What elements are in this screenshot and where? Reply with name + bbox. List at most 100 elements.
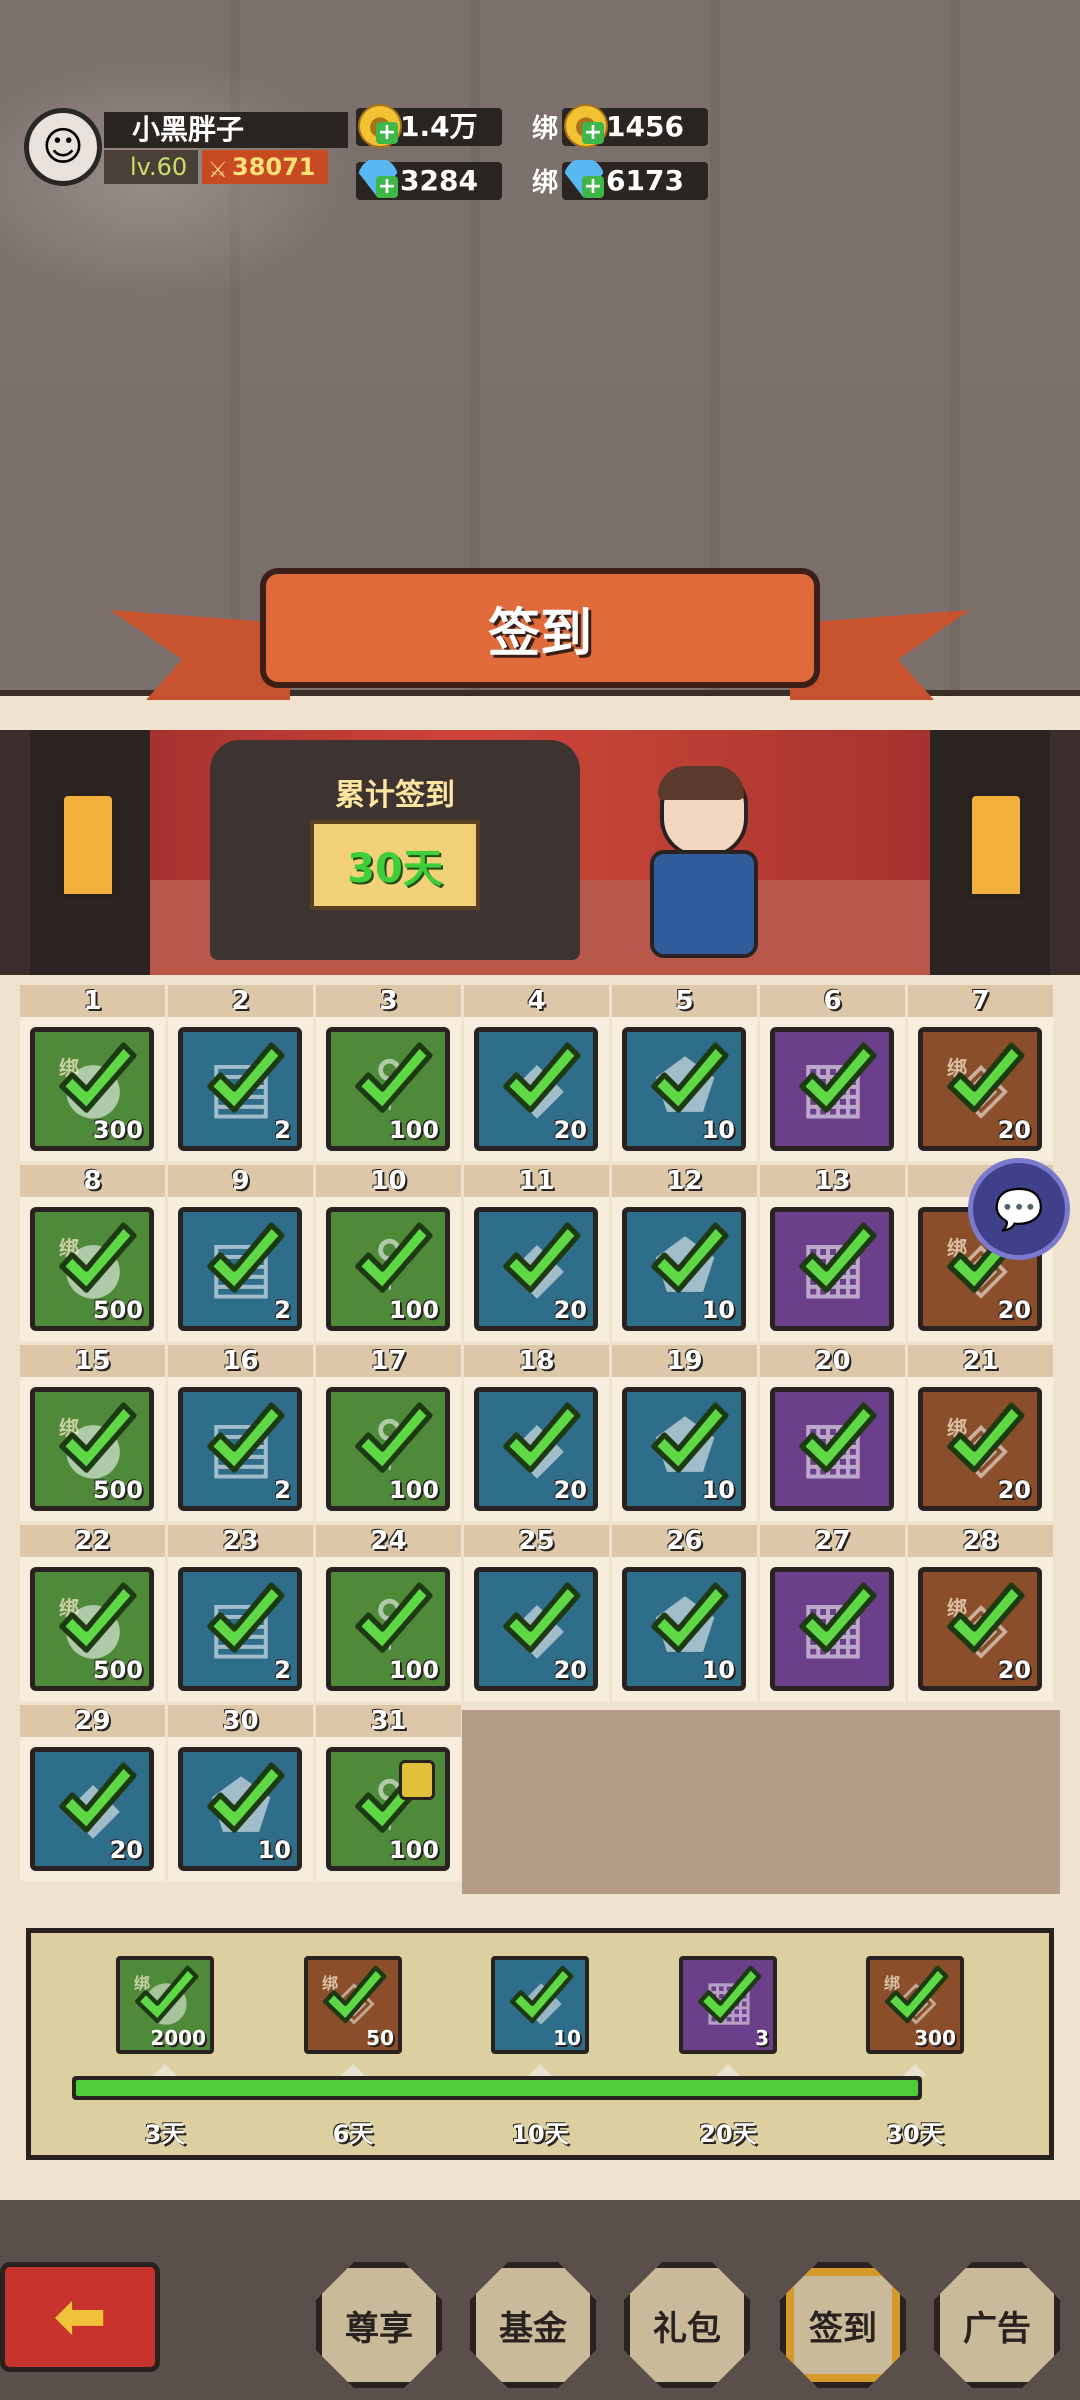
reward-item[interactable]: ▦ [770,1567,894,1691]
day-cell[interactable]: 6 ▦ [760,985,905,1161]
reward-item[interactable]: ● 绑 500 [30,1207,154,1331]
day-cell[interactable]: 19 ⬟ 10 [612,1345,757,1521]
milestone-reward[interactable]: ▦ 3 [679,1956,777,2054]
day-cell[interactable]: 2 ▤ 2 [168,985,313,1161]
reward-item[interactable]: ▤ 2 [178,1207,302,1331]
day-cell[interactable]: 29 ◆ 20 [20,1705,165,1881]
reward-item[interactable]: ◆ 20 [474,1387,598,1511]
day-cell[interactable]: 15 ● 绑 500 [20,1345,165,1521]
reward-item[interactable]: ● 绑 300 [30,1027,154,1151]
lantern-icon [58,790,118,900]
avatar[interactable]: ☺ [24,108,102,186]
milestone-reward[interactable]: ◈ 绑 300 [866,1956,964,2054]
check-icon [201,1218,289,1306]
day-cell[interactable]: 3 ⚘ 100 [316,985,461,1161]
milestone-reward[interactable]: ◆ 10 [491,1956,589,2054]
day-cell[interactable]: 1 ● 绑 300 [20,985,165,1161]
reward-quantity: 100 [388,1476,439,1504]
reward-quantity: 20 [553,1656,587,1684]
bound-label: 绑 [532,114,559,144]
reward-quantity: 10 [701,1296,735,1324]
day-cell[interactable]: 21 ◈ 绑 20 [908,1345,1053,1521]
reward-item[interactable]: ◆ 20 [30,1747,154,1871]
reward-quantity: 10 [701,1116,735,1144]
reward-item[interactable]: ◆ 20 [474,1027,598,1151]
bound-gold-resource[interactable]: ● + 1456 [562,104,708,148]
add-diamond-icon[interactable]: + [376,176,398,198]
reward-item[interactable]: ⬟ 10 [622,1207,746,1331]
reward-item[interactable]: ⬟ 10 [622,1387,746,1511]
day-cell[interactable]: 25 ◆ 20 [464,1525,609,1701]
day-cell[interactable]: 23 ▤ 2 [168,1525,313,1701]
bound-diamond-resource[interactable]: + 6173 [562,160,708,200]
player-name: 小黑胖子 [104,112,348,148]
day-cell[interactable]: 12 ⬟ 10 [612,1165,757,1341]
reward-item[interactable]: ▦ [770,1387,894,1511]
day-number: 22 [20,1525,165,1557]
day-number: 28 [908,1525,1053,1557]
back-button[interactable]: ⬅ [0,2262,160,2372]
day-cell[interactable]: 16 ▤ 2 [168,1345,313,1521]
diamond-resource[interactable]: + 3284 [356,160,502,200]
add-gold-icon[interactable]: + [376,122,398,144]
day-cell[interactable]: 13 ▦ [760,1165,905,1341]
player-info[interactable]: ☺ 小黑胖子 lv.60 ⚔ 38071 [24,108,348,190]
reward-item[interactable]: ◈ 绑 20 [918,1567,1042,1691]
reward-item[interactable]: ▦ [770,1207,894,1331]
reward-quantity: 2 [274,1296,291,1324]
sword-icon: ⚔ [208,158,228,183]
check-icon [497,1398,585,1486]
day-cell[interactable]: 20 ▦ [760,1345,905,1521]
reward-item[interactable]: ▤ 2 [178,1567,302,1691]
day-cell[interactable]: 5 ⬟ 10 [612,985,757,1161]
day-cell[interactable]: 11 ◆ 20 [464,1165,609,1341]
reward-item[interactable]: ⚘ 100 [326,1207,450,1331]
reward-item[interactable]: ◆ 20 [474,1207,598,1331]
reward-quantity: 100 [388,1836,439,1864]
reward-item[interactable]: ⚘ 100 [326,1027,450,1151]
day-number: 31 [316,1705,461,1737]
reward-item[interactable]: ⬟ 10 [178,1747,302,1871]
reward-item[interactable]: ⬟ 10 [622,1567,746,1691]
day-cell[interactable]: 30 ⬟ 10 [168,1705,313,1881]
cumulative-board: 累计签到 30天 [210,740,580,960]
reward-quantity: 20 [997,1296,1031,1324]
day-cell[interactable]: 24 ⚘ 100 [316,1525,461,1701]
reward-item[interactable]: ⬟ 10 [622,1027,746,1151]
gold-resource[interactable]: ● + 1.4万 [356,104,502,148]
reward-item[interactable]: ▤ 2 [178,1027,302,1151]
reward-item[interactable]: ◈ 绑 20 [918,1027,1042,1151]
milestone-reward[interactable]: ◈ 绑 50 [304,1956,402,2054]
reward-item[interactable]: ⚘ 100 [326,1747,450,1871]
day-cell[interactable]: 28 ◈ 绑 20 [908,1525,1053,1701]
add-bound-gold-icon[interactable]: + [582,122,604,144]
day-number: 23 [168,1525,313,1557]
milestone-marker [153,2064,177,2076]
chat-button[interactable]: 💬 [968,1158,1070,1260]
day-cell[interactable]: 31 ⚘ 100 [316,1705,461,1881]
day-cell[interactable]: 9 ▤ 2 [168,1165,313,1341]
milestone-reward[interactable]: ● 绑 2000 [116,1956,214,2054]
day-cell[interactable]: 7 ◈ 绑 20 [908,985,1053,1161]
day-number: 29 [20,1705,165,1737]
day-cell[interactable]: 4 ◆ 20 [464,985,609,1161]
day-cell[interactable]: 27 ▦ [760,1525,905,1701]
milestone-label: 3天 [144,2120,186,2148]
add-bound-diamond-icon[interactable]: + [582,176,604,198]
reward-item[interactable]: ◆ 20 [474,1567,598,1691]
day-cell[interactable]: 17 ⚘ 100 [316,1345,461,1521]
reward-item[interactable]: ● 绑 500 [30,1387,154,1511]
reward-item[interactable]: ● 绑 500 [30,1567,154,1691]
reward-item[interactable]: ⚘ 100 [326,1387,450,1511]
reward-item[interactable]: ▦ [770,1027,894,1151]
reward-item[interactable]: ◈ 绑 20 [918,1387,1042,1511]
day-cell[interactable]: 10 ⚘ 100 [316,1165,461,1341]
reward-item[interactable]: ⚘ 100 [326,1567,450,1691]
reward-quantity: 100 [388,1116,439,1144]
reward-item[interactable]: ▤ 2 [178,1387,302,1511]
day-cell[interactable]: 26 ⬟ 10 [612,1525,757,1701]
day-cell[interactable]: 18 ◆ 20 [464,1345,609,1521]
day-cell[interactable]: 22 ● 绑 500 [20,1525,165,1701]
milestone-quantity: 2000 [150,2026,206,2050]
day-cell[interactable]: 8 ● 绑 500 [20,1165,165,1341]
